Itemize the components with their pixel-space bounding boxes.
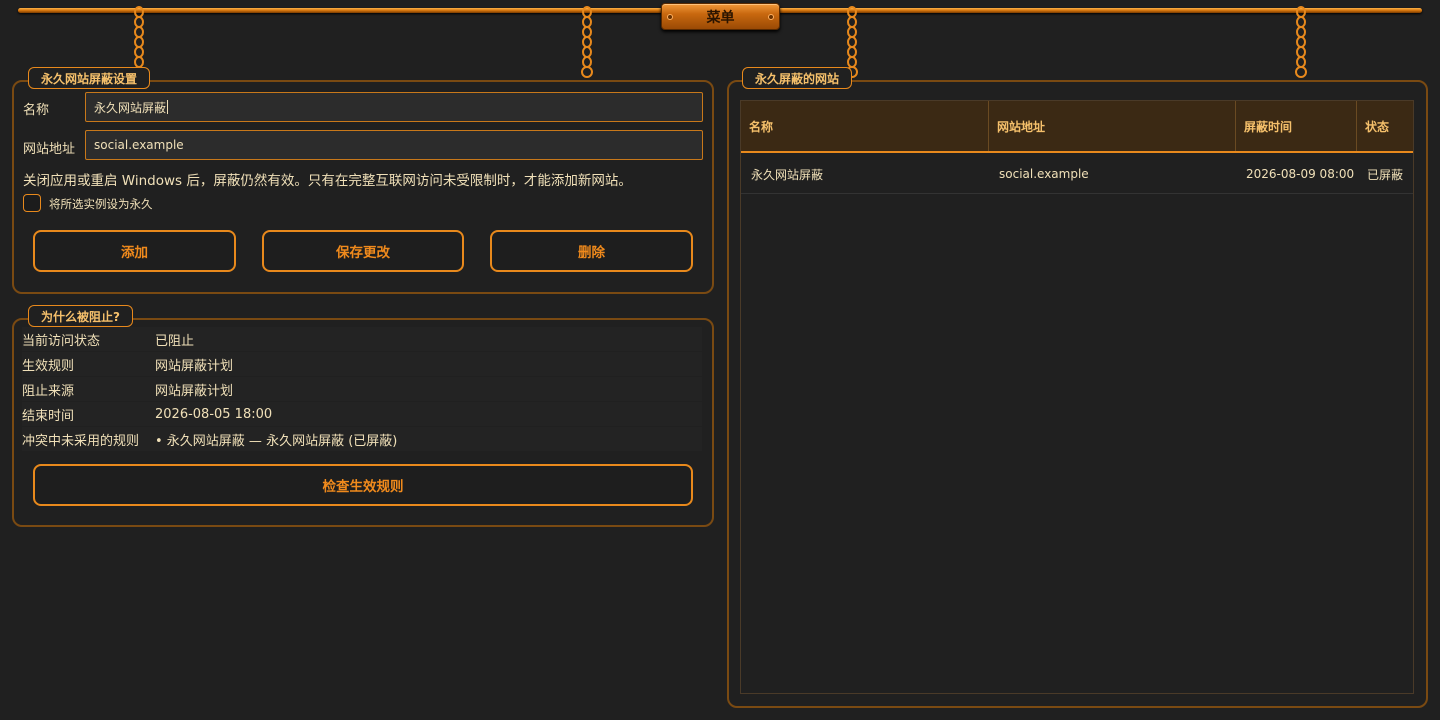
settings-group-title: 永久网站屏蔽设置 [28,67,151,89]
info-value: 网站屏蔽计划 [155,383,234,399]
info-value: 2026-08-05 18:00 [155,406,273,422]
url-label: 网站地址 [23,142,76,157]
info-row: 当前访问状态 已阻止 [22,327,702,351]
bolt-icon [768,14,774,20]
save-changes-button[interactable]: 保存更改 [262,230,464,272]
blocked-sites-title: 永久屏蔽的网站 [742,67,853,89]
chain-decoration [1294,6,1308,80]
info-value: • 永久网站屏蔽 — 永久网站屏蔽 (已屏蔽) [155,433,398,449]
info-row: 结束时间 2026-08-05 18:00 [22,402,702,426]
delete-button[interactable]: 删除 [490,230,693,272]
table-row[interactable]: 永久网站屏蔽 social.example 2026-08-09 08:00 已… [741,154,1413,194]
info-key: 当前访问状态 [22,333,101,349]
column-header-time[interactable]: 屏蔽时间 [1236,101,1357,151]
menu-button[interactable]: 菜单 [661,3,780,30]
info-row: 阻止来源 网站屏蔽计划 [22,377,702,401]
name-label: 名称 [23,103,50,118]
check-effective-rules-button[interactable]: 检查生效规则 [33,464,693,506]
url-field[interactable]: social.example [85,130,703,160]
cell-time: 2026-08-09 08:00 [1246,167,1355,181]
column-header-url[interactable]: 网站地址 [989,101,1236,151]
why-blocked-title: 为什么被阻止? [28,305,133,327]
cell-status: 已屏蔽 [1367,167,1404,182]
column-header-name[interactable]: 名称 [741,101,989,151]
name-field[interactable]: 永久网站屏蔽 [85,92,703,122]
info-value: 已阻止 [155,333,195,349]
chain-decoration [580,6,594,80]
info-key: 阻止来源 [22,383,75,399]
info-row: 生效规则 网站屏蔽计划 [22,352,702,376]
info-key: 冲突中未采用的规则 [22,433,140,449]
cell-url: social.example [999,167,1089,181]
info-key: 结束时间 [22,408,75,424]
permanent-checkbox[interactable] [23,194,41,212]
text-caret [167,100,169,114]
info-key: 生效规则 [22,358,75,374]
permanent-checkbox-label: 将所选实例设为永久 [49,197,153,211]
add-button[interactable]: 添加 [33,230,236,272]
info-row: 冲突中未采用的规则 • 永久网站屏蔽 — 永久网站屏蔽 (已屏蔽) [22,427,702,451]
column-header-status[interactable]: 状态 [1357,101,1413,151]
name-field-value: 永久网站屏蔽 [94,100,167,115]
menu-label: 菜单 [706,9,735,26]
app-window: 菜单 永久网站屏蔽设置 名称 永久网站屏蔽 网站地址 social.exampl… [0,0,1440,720]
url-field-value: social.example [94,138,184,152]
info-value: 网站屏蔽计划 [155,358,234,374]
cell-name: 永久网站屏蔽 [751,167,824,182]
table-header: 名称 网站地址 屏蔽时间 状态 [741,101,1413,153]
blocked-sites-table[interactable]: 名称 网站地址 屏蔽时间 状态 永久网站屏蔽 social.example 20… [740,100,1414,694]
bolt-icon [667,14,673,20]
persistence-note: 关闭应用或重启 Windows 后，屏蔽仍然有效。只有在完整互联网访问未受限制时… [23,173,632,189]
